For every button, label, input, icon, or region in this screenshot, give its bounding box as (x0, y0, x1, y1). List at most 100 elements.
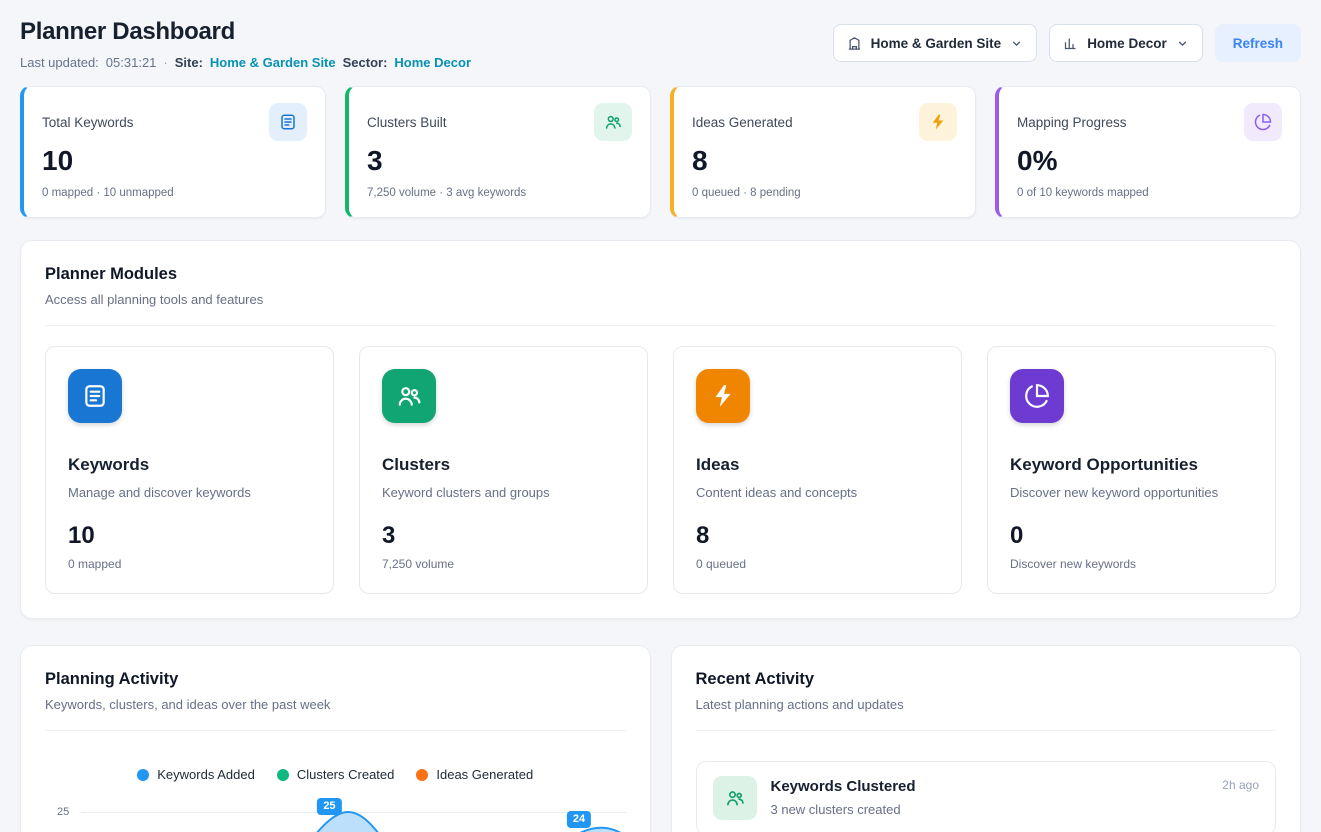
pie-chart-icon (1010, 369, 1064, 423)
module-title: Keyword Opportunities (1010, 455, 1253, 475)
header-controls: Home & Garden Site Home Decor Refresh (833, 24, 1301, 62)
module-description: Manage and discover keywords (68, 485, 311, 500)
refresh-button[interactable]: Refresh (1215, 24, 1301, 62)
panel-title: Recent Activity (696, 670, 1277, 689)
sector-link[interactable]: Home Decor (394, 55, 471, 70)
module-detail: 0 queued (696, 557, 939, 571)
module-description: Keyword clusters and groups (382, 485, 625, 500)
stat-detail: 0 mapped · 10 unmapped (42, 187, 307, 199)
module-description: Discover new keyword opportunities (1010, 485, 1253, 500)
legend-item-ideas-generated: Ideas Generated (416, 767, 533, 782)
lightning-icon (919, 103, 957, 141)
page-header: Planner Dashboard Last updated: 05:31:21… (20, 18, 1301, 70)
activity-item-text: Keywords Clustered 3 new clusters create… (771, 776, 916, 817)
panel-title: Planning Activity (45, 670, 626, 689)
planning-activity-header: Planning Activity Keywords, clusters, an… (45, 670, 626, 731)
section-subtitle: Access all planning tools and features (45, 292, 1276, 307)
module-card-keywords[interactable]: Keywords Manage and discover keywords 10… (45, 346, 334, 594)
section-title: Planner Modules (45, 265, 1276, 284)
legend-label: Ideas Generated (436, 767, 533, 782)
stat-label: Ideas Generated (692, 115, 793, 130)
legend-label: Clusters Created (297, 767, 395, 782)
chevron-down-icon (1176, 37, 1189, 50)
users-icon (382, 369, 436, 423)
stat-value: 8 (692, 145, 957, 177)
site-selector-dropdown[interactable]: Home & Garden Site (833, 24, 1038, 62)
document-icon (68, 369, 122, 423)
stat-card-ideas-generated: Ideas Generated 8 0 queued · 8 pending (670, 86, 976, 218)
stat-value: 3 (367, 145, 632, 177)
sector-selector-dropdown[interactable]: Home Decor (1049, 24, 1203, 62)
stat-detail: 7,250 volume · 3 avg keywords (367, 187, 632, 199)
users-icon (594, 103, 632, 141)
stat-label: Total Keywords (42, 115, 134, 130)
legend-dot-green (277, 769, 289, 781)
y-axis-tick: 25 (57, 806, 69, 818)
pie-chart-icon (1244, 103, 1282, 141)
stat-card-mapping-progress: Mapping Progress 0% 0 of 10 keywords map… (995, 86, 1301, 218)
document-icon (269, 103, 307, 141)
stat-cards-row: Total Keywords 10 0 mapped · 10 unmapped… (20, 86, 1301, 218)
legend-item-keywords-added: Keywords Added (137, 767, 255, 782)
module-card-ideas[interactable]: Ideas Content ideas and concepts 8 0 que… (673, 346, 962, 594)
stat-label: Clusters Built (367, 115, 447, 130)
legend-dot-blue (137, 769, 149, 781)
stat-card-clusters-built: Clusters Built 3 7,250 volume · 3 avg ke… (345, 86, 651, 218)
meta-row: Last updated: 05:31:21 · Site: Home & Ga… (20, 55, 471, 70)
legend-item-clusters-created: Clusters Created (277, 767, 395, 782)
site-selector-value: Home & Garden Site (871, 36, 1002, 51)
header-left: Planner Dashboard Last updated: 05:31:21… (20, 18, 471, 70)
module-detail: 7,250 volume (382, 557, 625, 571)
bottom-panels: Planning Activity Keywords, clusters, an… (20, 645, 1301, 832)
recent-activity-panel: Recent Activity Latest planning actions … (671, 645, 1302, 832)
stat-detail: 0 of 10 keywords mapped (1017, 187, 1282, 199)
stat-value: 10 (42, 145, 307, 177)
stat-detail: 0 queued · 8 pending (692, 187, 957, 199)
building-icon (847, 36, 862, 51)
recent-activity-header: Recent Activity Latest planning actions … (696, 670, 1277, 731)
lightning-icon (696, 369, 750, 423)
site-label: Site: (175, 55, 203, 70)
sector-label: Sector: (343, 55, 388, 70)
module-detail: 0 mapped (68, 557, 311, 571)
stat-label: Mapping Progress (1017, 115, 1127, 130)
keywords-added-area-series (81, 802, 626, 832)
last-updated-value: 05:31:21 (106, 55, 157, 70)
activity-list-item: Keywords Clustered 3 new clusters create… (696, 761, 1277, 832)
activity-item-timestamp: 2h ago (1222, 776, 1259, 792)
module-card-clusters[interactable]: Clusters Keyword clusters and groups 3 7… (359, 346, 648, 594)
module-title: Ideas (696, 455, 939, 475)
data-point-label: 25 (317, 798, 341, 815)
chevron-down-icon (1010, 37, 1023, 50)
module-value: 8 (696, 522, 939, 550)
activity-item-title: Keywords Clustered (771, 776, 916, 795)
area-chart: 25 25 24 (45, 798, 626, 832)
module-card-keyword-opportunities[interactable]: Keyword Opportunities Discover new keywo… (987, 346, 1276, 594)
module-detail: Discover new keywords (1010, 557, 1253, 571)
panel-subtitle: Keywords, clusters, and ideas over the p… (45, 697, 626, 712)
sector-selector-value: Home Decor (1087, 36, 1167, 51)
legend-label: Keywords Added (157, 767, 255, 782)
legend-dot-orange (416, 769, 428, 781)
planner-modules-header: Planner Modules Access all planning tool… (45, 265, 1276, 326)
module-description: Content ideas and concepts (696, 485, 939, 500)
module-value: 3 (382, 522, 625, 550)
module-title: Keywords (68, 455, 311, 475)
module-title: Clusters (382, 455, 625, 475)
site-link[interactable]: Home & Garden Site (210, 55, 336, 70)
activity-item-description: 3 new clusters created (771, 802, 916, 817)
planner-modules-section: Planner Modules Access all planning tool… (20, 240, 1301, 619)
chart-legend: Keywords Added Clusters Created Ideas Ge… (45, 767, 626, 782)
module-value: 0 (1010, 522, 1253, 550)
bar-chart-icon (1063, 36, 1078, 51)
stat-card-total-keywords: Total Keywords 10 0 mapped · 10 unmapped (20, 86, 326, 218)
last-updated-label: Last updated: (20, 55, 99, 70)
panel-subtitle: Latest planning actions and updates (696, 697, 1277, 712)
separator: · (163, 55, 167, 70)
planner-dashboard-page: Planner Dashboard Last updated: 05:31:21… (0, 0, 1321, 832)
page-title: Planner Dashboard (20, 18, 471, 46)
modules-grid: Keywords Manage and discover keywords 10… (45, 346, 1276, 594)
module-value: 10 (68, 522, 311, 550)
data-point-label: 24 (567, 811, 591, 828)
users-icon (713, 776, 757, 820)
